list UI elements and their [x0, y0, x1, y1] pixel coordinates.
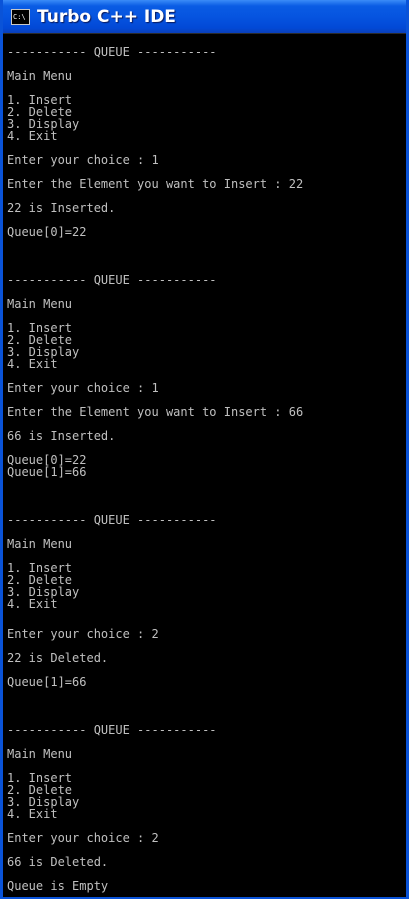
choice-prompt: Enter your choice : 2: [7, 627, 159, 641]
queue-empty-message: Queue is Empty: [7, 879, 109, 893]
main-menu-heading: Main Menu: [7, 747, 73, 761]
queue-content-line: Queue[1]=66: [7, 465, 87, 479]
main-menu-heading: Main Menu: [7, 537, 73, 551]
console-window: C:\ Turbo C++ IDE ----------- QUEUE ----…: [0, 0, 409, 899]
menu-option-exit: 4. Exit: [7, 597, 58, 611]
queue-header: ----------- QUEUE -----------: [7, 45, 217, 59]
status-message: 22 is Deleted.: [7, 651, 109, 665]
main-menu-heading: Main Menu: [7, 69, 73, 83]
console-output[interactable]: ----------- QUEUE ----------- Main Menu …: [3, 33, 406, 897]
queue-header: ----------- QUEUE -----------: [7, 513, 217, 527]
cmd-console-icon[interactable]: C:\: [11, 8, 30, 25]
title-bar[interactable]: C:\ Turbo C++ IDE: [3, 0, 406, 33]
menu-option-exit: 4. Exit: [7, 807, 58, 821]
queue-header: ----------- QUEUE -----------: [7, 273, 217, 287]
element-prompt: Enter the Element you want to Insert : 2…: [7, 177, 304, 191]
status-message: 66 is Inserted.: [7, 429, 116, 443]
window-title: Turbo C++ IDE: [37, 6, 176, 27]
element-prompt: Enter the Element you want to Insert : 6…: [7, 405, 304, 419]
menu-option-exit: 4. Exit: [7, 357, 58, 371]
status-message: 22 is Inserted.: [7, 201, 116, 215]
choice-prompt: Enter your choice : 1: [7, 381, 159, 395]
main-menu-heading: Main Menu: [7, 297, 73, 311]
queue-content-line: Queue[1]=66: [7, 675, 87, 689]
status-message: 66 is Deleted.: [7, 855, 109, 869]
choice-prompt: Enter your choice : 2: [7, 831, 159, 845]
queue-header: ----------- QUEUE -----------: [7, 723, 217, 737]
choice-prompt: Enter your choice : 1: [7, 153, 159, 167]
menu-option-exit: 4. Exit: [7, 129, 58, 143]
queue-content-line: Queue[0]=22: [7, 225, 87, 239]
